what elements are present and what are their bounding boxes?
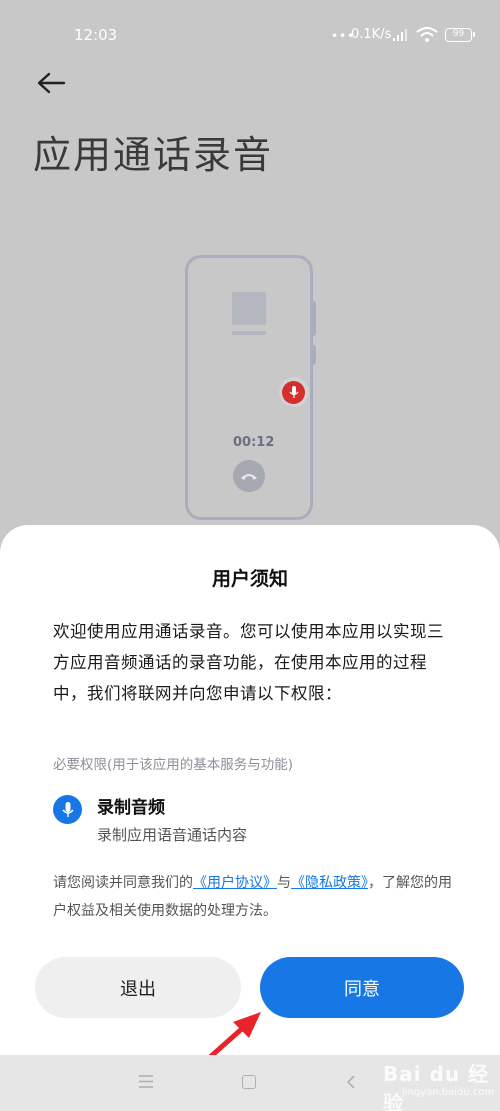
status-bar: 12:03 ••• 0.1K/s 99 <box>0 0 500 66</box>
watermark-url: jingyan.baidu.com <box>402 1087 495 1098</box>
dialog-title: 用户须知 <box>211 568 288 590</box>
mic-icon <box>289 386 298 398</box>
hangup-button <box>233 460 265 492</box>
status-time: 12:03 <box>74 26 118 44</box>
wifi-icon <box>416 27 438 42</box>
notice-text: 与 <box>277 875 291 891</box>
contact-name-placeholder <box>232 331 266 335</box>
back-arrow-icon[interactable] <box>34 69 68 97</box>
record-button <box>282 381 305 404</box>
signal-icon <box>393 29 407 41</box>
network-speed: 0.1K/s <box>351 27 392 42</box>
agreement-notice: 请您阅读并同意我们的《用户协议》与《隐私政策》，了解您的用户权益及相关使用数据的… <box>53 869 463 925</box>
mic-icon <box>53 795 82 824</box>
permission-description: 录制应用语音通话内容 <box>97 826 248 844</box>
privacy-policy-link[interactable]: 《隐私政策》 <box>291 875 368 891</box>
phone-side-button <box>311 301 316 336</box>
phone-hangup-icon <box>241 474 257 480</box>
permission-section-header: 必要权限(用于该应用的基本服务与功能) <box>53 757 294 773</box>
agree-button[interactable]: 同意 <box>260 957 464 1018</box>
permission-name: 录制音频 <box>97 798 165 818</box>
battery-indicator: 99 <box>445 28 475 42</box>
user-agreement-link[interactable]: 《用户协议》 <box>193 875 277 891</box>
contact-avatar-placeholder <box>232 292 266 325</box>
menu-icon[interactable] <box>139 1075 153 1088</box>
home-icon[interactable] <box>242 1075 256 1089</box>
watermark-logo: Bai du 经验 <box>383 1062 490 1111</box>
nav-back-icon[interactable] <box>346 1074 356 1090</box>
call-timer: 00:12 <box>233 435 275 450</box>
page-title: 应用通话录音 <box>33 133 274 177</box>
notice-text: 请您阅读并同意我们的 <box>53 875 193 891</box>
dialog-intro-text: 欢迎使用应用通话录音。您可以使用本应用以实现三方应用音频通话的录音功能，在使用本… <box>53 622 444 703</box>
phone-side-button <box>311 345 316 365</box>
